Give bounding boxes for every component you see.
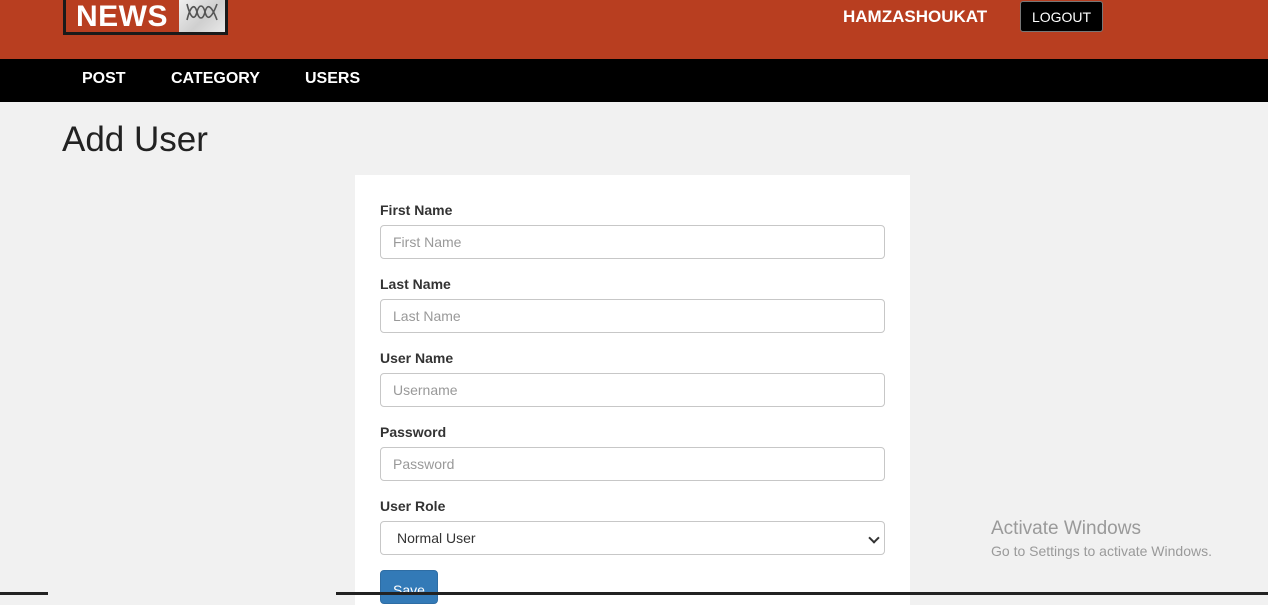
abc-logo-icon (179, 0, 225, 32)
add-user-form: First Name Last Name User Name Password … (355, 175, 910, 605)
first-name-input[interactable] (380, 225, 885, 259)
watermark-title: Activate Windows (991, 518, 1141, 539)
password-label: Password (380, 424, 447, 440)
site-logo[interactable]: NEWS (63, 0, 228, 35)
last-name-input[interactable] (380, 299, 885, 333)
page-title: Add User (62, 120, 208, 159)
user-role-selected: Normal User (397, 530, 476, 546)
password-input[interactable] (380, 447, 885, 481)
user-role-select[interactable]: Normal User (380, 521, 885, 555)
chevron-down-icon (868, 532, 880, 544)
watermark-subtitle: Go to Settings to activate Windows. (991, 543, 1212, 559)
user-role-label: User Role (380, 498, 446, 514)
logo-text: NEWS (76, 0, 168, 33)
top-header: NEWS HAMZASHOUKAT LOGOUT (0, 0, 1268, 59)
user-name-label: User Name (380, 350, 454, 366)
nav-item-post[interactable]: POST (82, 59, 126, 102)
nav-item-users[interactable]: USERS (305, 59, 360, 102)
nav-item-category[interactable]: CATEGORY (171, 59, 260, 102)
first-name-label: First Name (380, 202, 453, 218)
save-button[interactable]: Save (380, 570, 438, 604)
last-name-label: Last Name (380, 276, 451, 292)
activate-windows-watermark: Activate Windows Go to Settings to activ… (991, 518, 1212, 559)
main-nav: POST CATEGORY USERS (0, 59, 1268, 102)
current-username: HAMZASHOUKAT (843, 7, 988, 26)
username-input[interactable] (380, 373, 885, 407)
logout-button[interactable]: LOGOUT (1020, 1, 1103, 32)
